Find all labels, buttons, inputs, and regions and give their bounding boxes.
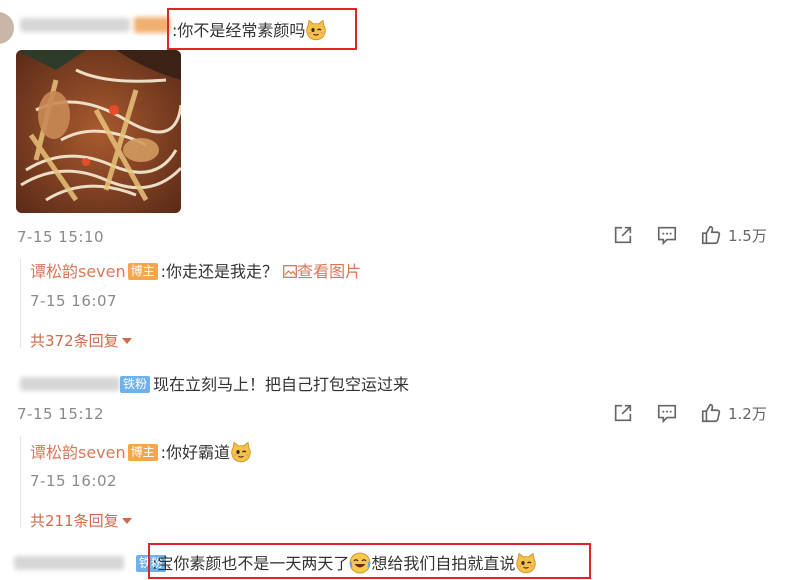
comment-button[interactable] (656, 224, 678, 250)
comment-text-row: :宝你素颜也不是一天两天了 想给我们自拍就直说 (152, 552, 537, 574)
like-count: 1.5万 (728, 226, 767, 245)
share-icon (612, 224, 634, 246)
reply-text: :你走还是我走？ (160, 262, 279, 281)
comment-time: 7-15 15:10 (17, 228, 105, 246)
reply-thread-bar (20, 258, 21, 348)
cat-emoji-icon (305, 19, 327, 41)
comment-time: 7-15 15:12 (17, 405, 105, 423)
reply-text: :你好霸道 (160, 443, 231, 462)
reply-count-link[interactable]: 共372条回复 (30, 330, 132, 351)
like-button[interactable]: 1.2万 (700, 402, 767, 424)
laughing-crying-emoji-icon (349, 552, 371, 574)
cat-emoji-icon (515, 552, 537, 574)
like-icon (700, 224, 722, 246)
fan-badge: 铁粉 (120, 376, 151, 393)
reply-time: 7-15 16:07 (30, 292, 118, 310)
comment-image[interactable] (16, 50, 181, 213)
comment-text: 现在立刻马上！把自己打包空运过来 (153, 375, 410, 394)
image-icon (283, 265, 298, 278)
blogger-badge: 博主 (127, 444, 158, 461)
comment-icon (656, 402, 678, 424)
comment-icon (656, 224, 678, 246)
username[interactable] (20, 377, 120, 391)
share-icon (612, 402, 634, 424)
reply-author[interactable]: 谭松韵seven (30, 443, 126, 462)
reply-author[interactable]: 谭松韵seven (30, 262, 126, 281)
comment-text-a: :宝你素颜也不是一天两天了 (152, 554, 350, 573)
reply-count-link[interactable]: 共211条回复 (30, 510, 132, 531)
like-button[interactable]: 1.5万 (700, 224, 767, 246)
caret-down-icon (121, 518, 132, 524)
like-icon (700, 402, 722, 424)
comment-text-row: 铁粉 现在立刻马上！把自己打包空运过来 (118, 375, 409, 395)
avatar[interactable] (0, 12, 14, 44)
reply-time: 7-15 16:02 (30, 472, 118, 490)
reply-row: 谭松韵seven 博主:你走还是我走？ 查看图片 (30, 262, 361, 282)
view-image-label: 查看图片 (297, 262, 362, 281)
username[interactable] (14, 556, 124, 570)
share-button[interactable] (612, 402, 634, 428)
username[interactable] (20, 18, 130, 32)
comment-text: :你不是经常素颜吗 (172, 21, 306, 40)
reply-count: 共211条回复 (30, 512, 119, 530)
comment-text-b: 想给我们自拍就直说 (371, 554, 516, 573)
like-count: 1.2万 (728, 404, 767, 423)
cat-emoji-icon (230, 441, 252, 463)
share-button[interactable] (612, 224, 634, 250)
view-image-link[interactable]: 查看图片 (283, 262, 361, 281)
comment-text-row: :你不是经常素颜吗 (172, 19, 327, 41)
reply-thread-bar (20, 436, 21, 528)
blogger-badge: 博主 (127, 263, 158, 280)
reply-count: 共372条回复 (30, 332, 119, 350)
reply-row: 谭松韵seven 博主:你好霸道 (30, 441, 252, 463)
caret-down-icon (121, 338, 132, 344)
comment-button[interactable] (656, 402, 678, 428)
fan-badge (134, 17, 170, 33)
